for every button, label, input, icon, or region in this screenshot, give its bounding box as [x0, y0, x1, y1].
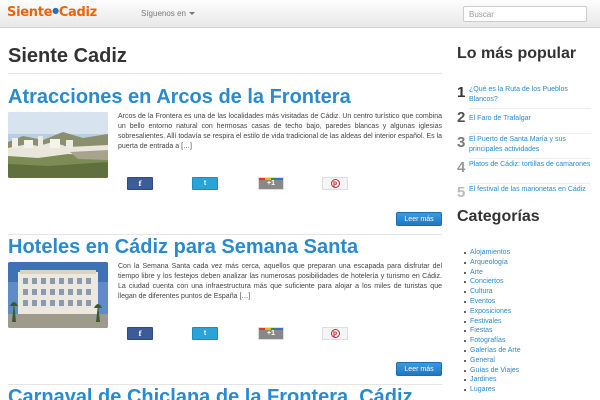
logo-dot: ●: [52, 6, 59, 15]
divider: [8, 234, 442, 235]
logo-text-siente: Siente: [7, 5, 53, 20]
twitter-share-button[interactable]: t: [192, 177, 218, 190]
follow-us-label: Síguenos en: [141, 9, 186, 18]
popular-item: 3 El Puerto de Santa María y sus princip…: [457, 134, 591, 159]
twitter-icon: t: [203, 330, 207, 337]
article-title[interactable]: Atracciones en Arcos de la Frontera: [8, 86, 442, 109]
pinterest-share-button[interactable]: p: [322, 177, 348, 190]
popular-item: 1 ¿Qué es la Ruta de los Pueblos Blancos…: [457, 84, 591, 109]
category-link[interactable]: Conciertos: [464, 277, 584, 287]
category-link[interactable]: General: [464, 356, 584, 366]
twitter-share-button[interactable]: t: [192, 327, 218, 340]
article-title[interactable]: Hoteles en Cádiz para Semana Santa: [8, 236, 442, 259]
excerpt-more-link[interactable]: […]: [239, 293, 250, 300]
search-input[interactable]: [463, 6, 587, 22]
category-link[interactable]: Galerías de Arte: [464, 346, 584, 356]
popular-link[interactable]: Platos de Cádiz: tortillas de camarones: [469, 159, 591, 170]
category-link[interactable]: Exposiciones: [464, 307, 584, 317]
categories-section-title: Categorías: [457, 208, 540, 225]
pinterest-icon: p: [330, 329, 340, 338]
category-link[interactable]: Guías de Viajes: [464, 366, 584, 376]
facebook-share-button[interactable]: f: [127, 177, 153, 190]
article-excerpt: Con la Semana Santa cada vez más cerca, …: [118, 262, 442, 302]
popular-item: 5 El festival de las marionetas en Cádiz: [457, 184, 591, 209]
article-thumbnail[interactable]: [8, 262, 108, 328]
category-link[interactable]: Fotografías: [464, 336, 584, 346]
pinterest-share-button[interactable]: p: [322, 327, 348, 340]
excerpt-more-link[interactable]: […]: [181, 143, 192, 150]
popular-item: 4 Platos de Cádiz: tortillas de camarone…: [457, 159, 591, 184]
popular-link[interactable]: El Puerto de Santa María y sus principal…: [469, 134, 591, 155]
facebook-icon: f: [138, 179, 142, 188]
excerpt-text: Con la Semana Santa cada vez más cerca, …: [118, 263, 442, 300]
googleplus-share-button[interactable]: +1: [258, 327, 284, 340]
arcos-landscape-image: [8, 112, 108, 178]
popular-section-title: Lo más popular: [457, 45, 577, 62]
hotel-building-image: [8, 262, 108, 328]
popular-rank: 5: [457, 184, 466, 201]
article-card: Carnaval de Chiclana de la Frontera, Cád…: [8, 386, 442, 400]
article-title[interactable]: Carnaval de Chiclana de la Frontera, Cád…: [8, 386, 442, 400]
category-link[interactable]: Lugares: [464, 385, 584, 395]
top-navbar: Siente●Cadiz Síguenos en: [0, 0, 600, 28]
googleplus-icon: +1: [259, 178, 283, 189]
excerpt-text: Arcos de la Frontera es una de las local…: [118, 113, 442, 150]
popular-list: 1 ¿Qué es la Ruta de los Pueblos Blancos…: [457, 84, 591, 209]
chevron-down-icon: [188, 12, 195, 15]
popular-item: 2 El Faro de Trafalgar: [457, 109, 591, 134]
popular-link[interactable]: El Faro de Trafalgar: [469, 109, 591, 124]
category-link[interactable]: Arqueología: [464, 258, 584, 268]
categories-list: Alojamientos Arqueología Arte Conciertos…: [464, 248, 584, 395]
article-card: Hoteles en Cádiz para Semana Santa Con l…: [8, 236, 442, 386]
divider: [8, 73, 442, 74]
popular-link[interactable]: El festival de las marionetas en Cádiz: [469, 184, 591, 195]
facebook-icon: f: [138, 329, 142, 338]
popular-rank: 2: [457, 109, 466, 126]
twitter-icon: t: [203, 180, 207, 187]
category-link[interactable]: Jardines: [464, 375, 584, 385]
googleplus-icon: +1: [259, 328, 283, 339]
popular-rank: 4: [457, 159, 466, 176]
logo-text-cadiz: Cadiz: [58, 5, 97, 20]
category-link[interactable]: Arte: [464, 268, 584, 278]
popular-rank: 3: [457, 134, 466, 151]
follow-us-dropdown[interactable]: Síguenos en: [141, 9, 195, 18]
category-link[interactable]: Alojamientos: [464, 248, 584, 258]
pinterest-icon: p: [330, 179, 340, 188]
site-logo[interactable]: Siente●Cadiz: [7, 5, 97, 20]
facebook-share-button[interactable]: f: [127, 327, 153, 340]
read-more-button[interactable]: Leer más: [396, 212, 442, 226]
category-link[interactable]: Fiestas: [464, 326, 584, 336]
googleplus-share-button[interactable]: +1: [258, 177, 284, 190]
article-thumbnail[interactable]: [8, 112, 108, 178]
divider: [8, 384, 442, 385]
article-card: Atracciones en Arcos de la Frontera Arco…: [8, 86, 442, 236]
category-link[interactable]: Cultura: [464, 287, 584, 297]
article-excerpt: Arcos de la Frontera es una de las local…: [118, 112, 442, 152]
popular-link[interactable]: ¿Qué es la Ruta de los Pueblos Blancos?: [469, 84, 591, 105]
category-link[interactable]: Festivales: [464, 317, 584, 327]
category-link[interactable]: Eventos: [464, 297, 584, 307]
page-title: Siente Cadiz: [8, 45, 127, 67]
read-more-button[interactable]: Leer más: [396, 362, 442, 376]
popular-rank: 1: [457, 84, 466, 101]
